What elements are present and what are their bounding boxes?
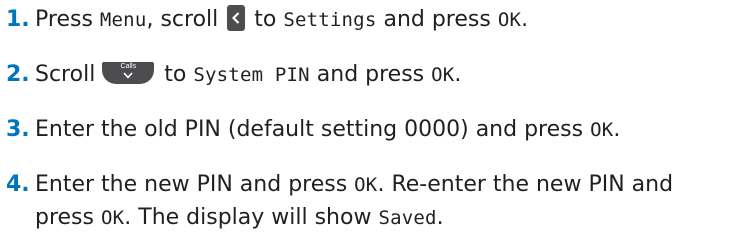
step-text-continued: press OK. The display will show Saved. <box>35 202 444 234</box>
text-segment: Enter the new PIN and press <box>35 172 355 197</box>
step-text: Press Menu, scroll to Settings and press… <box>35 4 528 36</box>
text-segment: to <box>247 7 284 32</box>
text-segment: Scroll <box>35 62 103 87</box>
calls-down-key-icon: Calls <box>102 62 155 84</box>
ok-key-label: OK <box>590 119 614 141</box>
step-text: Enter the new PIN and press OK. Re-enter… <box>35 169 673 201</box>
system-pin-menu-label: System PIN <box>193 64 310 86</box>
left-arrow-key-icon <box>227 5 246 31</box>
ok-key-label: OK <box>354 174 378 196</box>
text-segment: to <box>157 62 194 87</box>
menu-key-label: Menu <box>99 9 147 31</box>
step-text: Scroll Calls to System PIN and press OK. <box>35 59 461 91</box>
text-segment: and press <box>376 7 498 32</box>
text-segment: . <box>436 205 444 230</box>
text-segment: . The display will show <box>124 205 379 230</box>
ok-key-label: OK <box>100 207 125 229</box>
text-segment: . Re-enter the new PIN and <box>377 172 674 197</box>
ok-key-label: OK <box>497 9 522 31</box>
settings-menu-label: Settings <box>283 9 377 31</box>
saved-display-label: Saved <box>378 207 437 229</box>
text-segment: . <box>521 7 529 32</box>
ok-key-label: OK <box>431 64 455 86</box>
step-text: Enter the old PIN (default setting 0000)… <box>35 114 620 146</box>
step-number: 4. <box>6 172 30 197</box>
text-segment: and press <box>309 62 432 87</box>
text-segment: , scroll <box>146 7 226 32</box>
step-number: 3. <box>6 117 30 142</box>
step-number: 1. <box>6 7 30 32</box>
text-segment: . <box>613 117 621 142</box>
text-segment: Enter the old PIN (default setting 0000)… <box>35 117 591 142</box>
text-segment: press <box>35 205 101 230</box>
text-segment: Press <box>35 7 100 32</box>
instruction-steps: 1. Press Menu, scroll to Settings and pr… <box>0 0 731 244</box>
text-segment: . <box>454 62 462 87</box>
step-number: 2. <box>6 62 30 87</box>
calls-key-label: Calls <box>120 63 137 70</box>
